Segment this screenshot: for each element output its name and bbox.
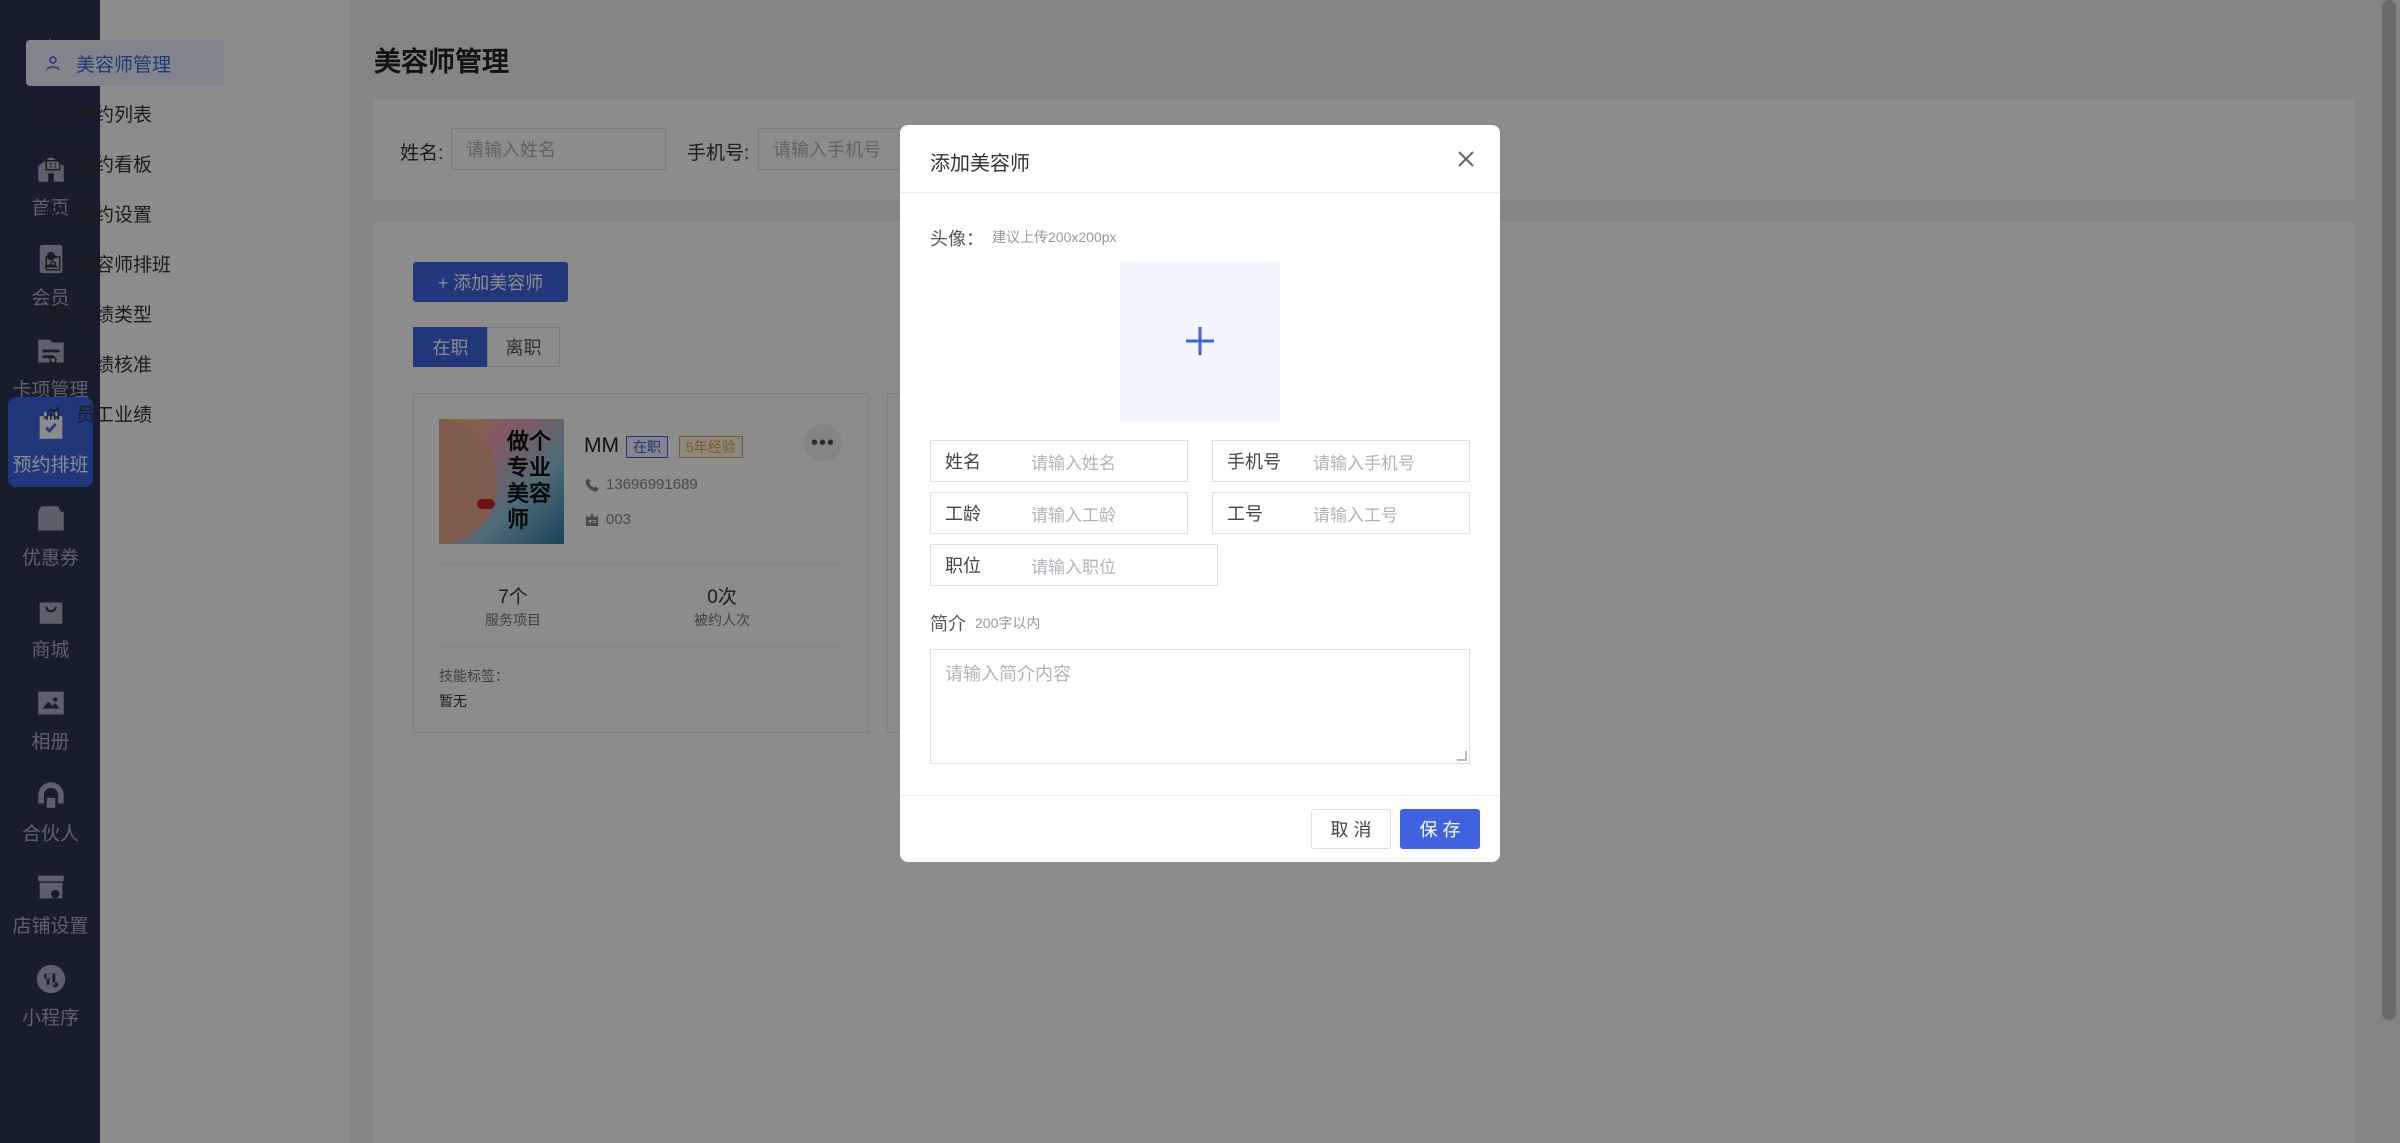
job-number-field-input[interactable]: 请输入工号	[1313, 501, 1398, 526]
dialog-footer-divider	[900, 795, 1500, 796]
dialog-header: 添加美容师	[900, 125, 1500, 193]
intro-textarea[interactable]: 请输入简介内容	[930, 649, 1470, 764]
close-icon[interactable]	[1454, 147, 1478, 171]
phone-field[interactable]: 手机号 请输入手机号	[1212, 440, 1470, 482]
save-button[interactable]: 保 存	[1400, 809, 1480, 849]
job-number-field-label: 工号	[1227, 504, 1263, 524]
avatar-label: 头像：	[930, 229, 984, 249]
intro-label: 简介	[930, 614, 966, 634]
phone-field-input[interactable]: 请输入手机号	[1313, 449, 1415, 474]
cancel-button[interactable]: 取 消	[1311, 809, 1391, 849]
phone-field-label: 手机号	[1227, 452, 1281, 472]
intro-placeholder: 请输入简介内容	[945, 664, 1071, 684]
add-beautician-dialog: 添加美容师 头像： 建议上传200x200px 姓名 请输入姓名 手机号 请输入…	[900, 125, 1500, 862]
seniority-field-label: 工龄	[945, 504, 981, 524]
position-field[interactable]: 职位 请输入职位	[930, 544, 1218, 586]
name-field-input[interactable]: 请输入姓名	[1031, 449, 1116, 474]
seniority-field-input[interactable]: 请输入工龄	[1031, 501, 1116, 526]
avatar-hint: 建议上传200x200px	[992, 229, 1117, 245]
position-field-label: 职位	[945, 556, 981, 576]
plus-icon	[1186, 327, 1214, 355]
name-field-label: 姓名	[945, 452, 981, 472]
dialog-title: 添加美容师	[930, 153, 1030, 175]
resize-handle[interactable]	[1457, 751, 1467, 761]
name-field[interactable]: 姓名 请输入姓名	[930, 440, 1188, 482]
intro-hint: 200字以内	[975, 615, 1041, 631]
seniority-field[interactable]: 工龄 请输入工龄	[930, 492, 1188, 534]
avatar-uploader[interactable]	[1120, 261, 1280, 421]
position-field-input[interactable]: 请输入职位	[1031, 553, 1116, 578]
job-number-field[interactable]: 工号 请输入工号	[1212, 492, 1470, 534]
